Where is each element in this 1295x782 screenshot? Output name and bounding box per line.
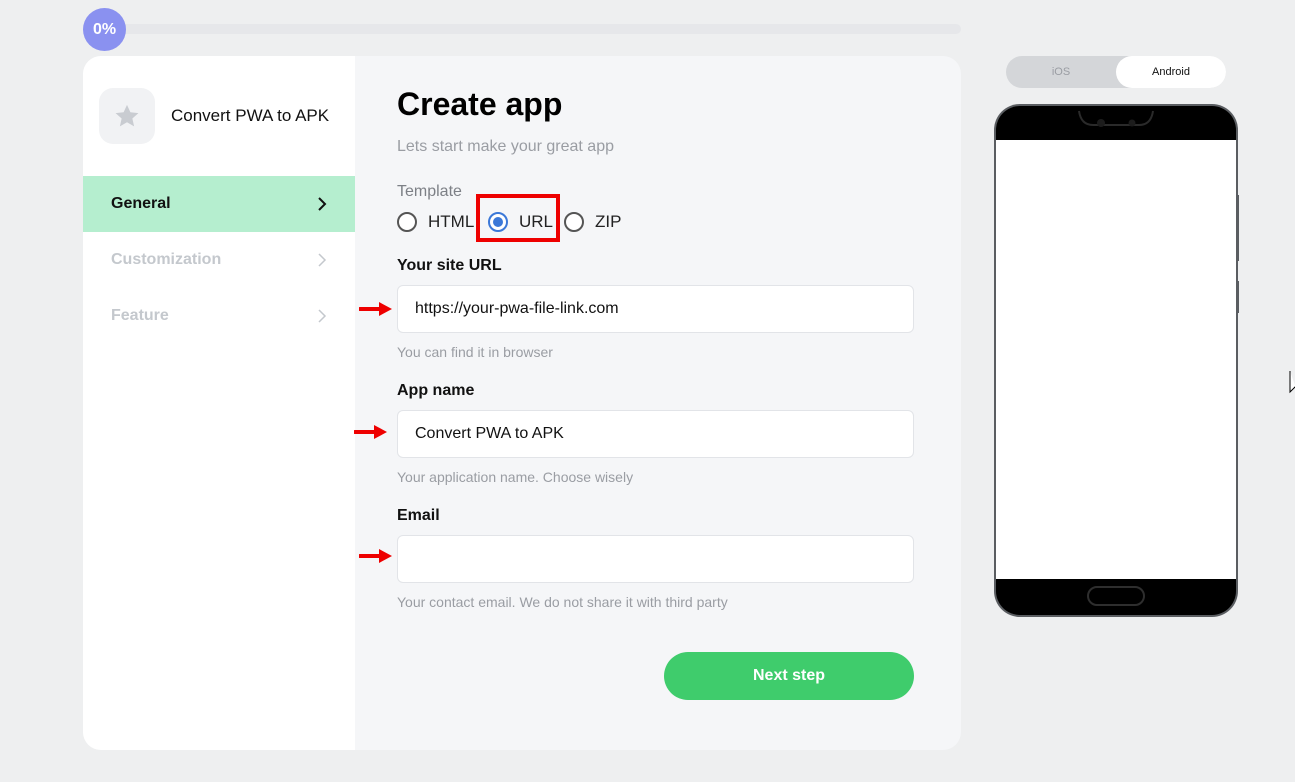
radio-label: URL bbox=[519, 212, 554, 231]
platform-option-ios[interactable]: iOS bbox=[1006, 56, 1116, 88]
site-url-hint: You can find it in browser bbox=[397, 344, 553, 360]
template-option-zip[interactable]: ZIP bbox=[564, 212, 621, 232]
chevron-right-icon bbox=[318, 197, 327, 211]
site-url-label: Your site URL bbox=[397, 257, 502, 274]
star-icon bbox=[99, 88, 155, 144]
email-input[interactable] bbox=[397, 535, 914, 583]
template-option-html[interactable]: HTML bbox=[397, 212, 474, 232]
sidebar-item-label: Customization bbox=[111, 251, 222, 268]
wizard-card: Convert PWA to APK General Customization… bbox=[83, 56, 961, 750]
template-radio-group: HTML URL ZIP bbox=[397, 194, 637, 242]
platform-option-android[interactable]: Android bbox=[1116, 56, 1226, 88]
sidebar-item-general[interactable]: General bbox=[83, 176, 355, 232]
page-subtitle: Lets start make your great app bbox=[397, 138, 614, 155]
phone-preview bbox=[994, 104, 1239, 617]
radio-circle bbox=[397, 212, 417, 232]
email-hint: Your contact email. We do not share it w… bbox=[397, 594, 728, 610]
radio-label: HTML bbox=[428, 212, 475, 231]
app-title: Convert PWA to APK bbox=[171, 106, 330, 125]
radio-circle bbox=[488, 212, 508, 232]
app-name-input[interactable] bbox=[397, 410, 914, 458]
sidebar-item-label: Feature bbox=[111, 307, 169, 324]
annotation-arrow-icon bbox=[354, 425, 387, 439]
platform-toggle: iOS Android bbox=[1006, 56, 1226, 88]
app-name-label: App name bbox=[397, 382, 475, 399]
annotation-arrow-icon bbox=[359, 302, 392, 316]
page-title: Create app bbox=[397, 86, 563, 122]
chevron-right-icon bbox=[318, 253, 327, 267]
radio-circle bbox=[564, 212, 584, 232]
sidebar-item-customization[interactable]: Customization bbox=[83, 232, 355, 288]
sidebar-item-feature[interactable]: Feature bbox=[83, 288, 355, 344]
sidebar: Convert PWA to APK General Customization… bbox=[83, 56, 355, 750]
progress-bar bbox=[104, 24, 961, 34]
next-step-button[interactable]: Next step bbox=[664, 652, 914, 700]
chevron-right-icon bbox=[318, 309, 327, 323]
template-option-url[interactable]: URL bbox=[488, 212, 553, 232]
app-name-hint: Your application name. Choose wisely bbox=[397, 469, 634, 485]
email-label: Email bbox=[397, 507, 440, 524]
radio-label: ZIP bbox=[595, 212, 622, 231]
progress-badge: 0% bbox=[83, 8, 126, 51]
site-url-input[interactable] bbox=[397, 285, 914, 333]
annotation-arrow-icon bbox=[359, 549, 392, 563]
template-label: Template bbox=[397, 183, 462, 200]
app-header: Convert PWA to APK bbox=[99, 88, 329, 144]
mouse-pointer-icon bbox=[1289, 371, 1295, 394]
sidebar-item-label: General bbox=[111, 195, 171, 212]
